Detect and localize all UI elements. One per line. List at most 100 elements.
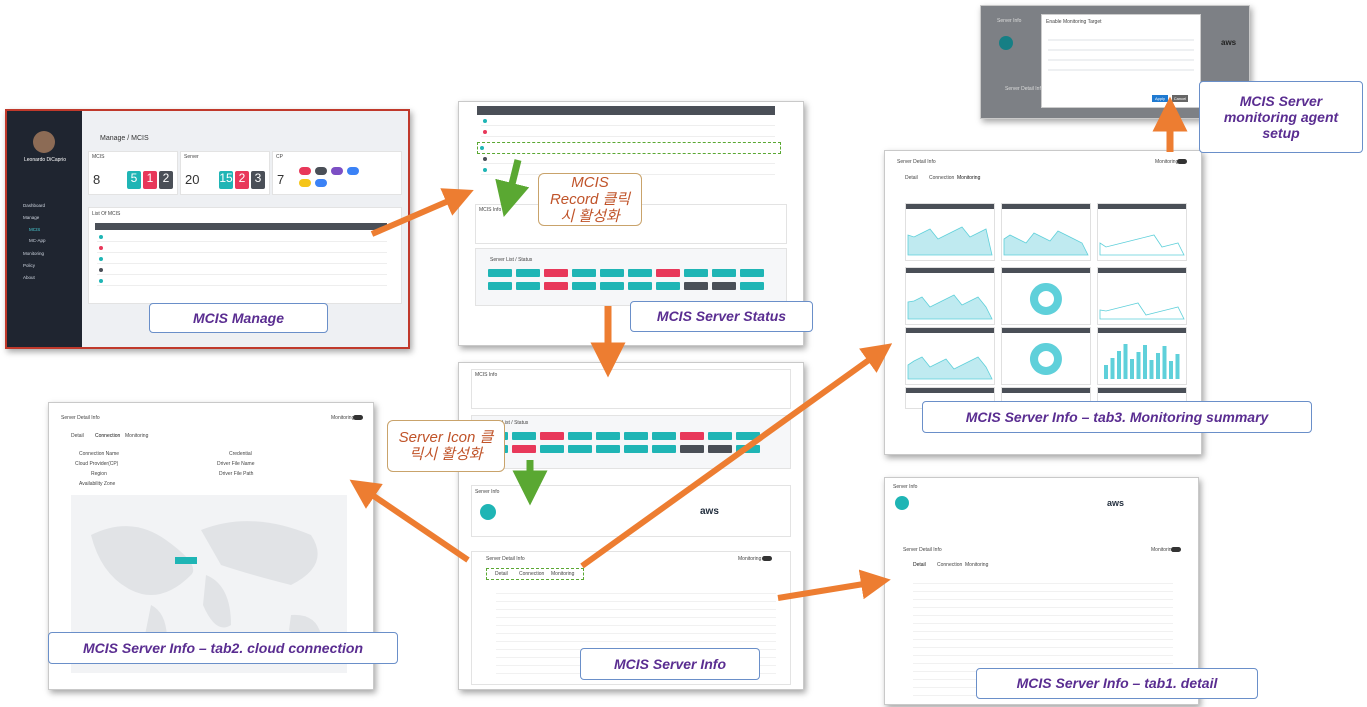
server-chip[interactable] (600, 282, 624, 290)
monitoring-target-dialog: Enable Monitoring Target Apply Cancel (1041, 14, 1201, 108)
chart-area (907, 226, 993, 256)
tab-connection[interactable]: Connection (519, 571, 544, 577)
monitoring-chart (905, 267, 995, 325)
tab-connection[interactable]: Connection (95, 433, 120, 439)
tab-connection[interactable]: Connection (929, 175, 954, 181)
dialog-form (1048, 31, 1194, 79)
tab-monitoring[interactable]: Monitoring (965, 562, 988, 568)
sidebar-item-mcis[interactable]: MCIS (29, 227, 40, 232)
table-row[interactable] (97, 278, 387, 286)
server-chip[interactable] (712, 282, 736, 290)
chart-header (906, 328, 994, 333)
server-chip[interactable] (708, 445, 732, 453)
sidebar-item-monitoring[interactable]: Monitoring (23, 251, 44, 256)
server-count: 20 (185, 172, 200, 187)
monitoring-chart (1001, 203, 1091, 261)
cancel-button[interactable]: Cancel (1172, 95, 1188, 102)
server-chip[interactable] (656, 269, 680, 277)
table-row[interactable] (97, 245, 387, 253)
server-chip[interactable] (652, 445, 676, 453)
tab-detail[interactable]: Detail (913, 562, 926, 568)
server-chip[interactable] (488, 282, 512, 290)
cp-cloud-icon (315, 167, 327, 175)
chart-header (1002, 328, 1090, 333)
server-chip[interactable] (680, 445, 704, 453)
tab-monitoring[interactable]: Monitoring (125, 433, 148, 439)
table-row[interactable] (481, 129, 775, 137)
server-chip[interactable] (572, 269, 596, 277)
tab-detail[interactable]: Detail (71, 433, 84, 439)
tab-detail[interactable]: Detail (905, 175, 918, 181)
monitoring-toggle[interactable] (1177, 159, 1187, 164)
cp-count: 7 (277, 172, 285, 187)
mcis-server-info-screenshot: MCIS Info Server List / Status Server In… (458, 362, 804, 690)
table-row[interactable] (97, 256, 387, 264)
server-summary-card: Server 20 15 2 3 (180, 151, 270, 195)
sidebar-item-about[interactable]: About (23, 275, 35, 280)
table-row[interactable] (97, 234, 387, 242)
server-chip[interactable] (540, 432, 564, 440)
chart-area (1003, 230, 1089, 256)
server-chip[interactable] (652, 432, 676, 440)
tab-detail[interactable]: Detail (495, 571, 508, 577)
server-chip[interactable] (624, 445, 648, 453)
server-chip[interactable] (540, 445, 564, 453)
chart-header (1098, 268, 1186, 273)
server-chip[interactable] (596, 432, 620, 440)
server-chip[interactable] (600, 269, 624, 277)
monitoring-toggle[interactable] (762, 556, 772, 561)
server-chip[interactable] (544, 269, 568, 277)
server-chip[interactable] (740, 269, 764, 277)
table-row[interactable] (481, 156, 775, 164)
table-row-selected[interactable] (477, 142, 781, 154)
monitoring-toggle[interactable] (353, 415, 363, 420)
mcis-info-panel: MCIS Info (471, 369, 791, 409)
server-chip[interactable] (628, 282, 652, 290)
sidebar-item-dashboard[interactable]: Dashboard (23, 203, 45, 208)
chart-header (906, 388, 994, 393)
server-icon[interactable] (895, 496, 909, 510)
tab-connection[interactable]: Connection (937, 562, 962, 568)
chart-graphic (1003, 230, 1089, 256)
server-chip[interactable] (656, 282, 680, 290)
caption-server-info: MCIS Server Info (580, 648, 760, 680)
server-chip[interactable] (740, 282, 764, 290)
server-chip[interactable] (516, 269, 540, 277)
server-chip[interactable] (684, 282, 708, 290)
table-row[interactable] (97, 267, 387, 275)
server-chip[interactable] (736, 445, 760, 453)
server-chip[interactable] (568, 432, 592, 440)
sidebar-item-mcapp[interactable]: MC-App (29, 238, 46, 243)
apply-button[interactable]: Apply (1152, 95, 1168, 102)
server-chip[interactable] (708, 432, 732, 440)
server-chip[interactable] (628, 269, 652, 277)
user-name: Leonardo DiCaprio (24, 157, 66, 163)
server-chip[interactable] (512, 445, 536, 453)
server-chip[interactable] (512, 432, 536, 440)
server-chip[interactable] (568, 445, 592, 453)
server-chip[interactable] (516, 282, 540, 290)
chart-header (1002, 204, 1090, 209)
sidebar-item-policy[interactable]: Policy (23, 263, 35, 268)
server-chip[interactable] (572, 282, 596, 290)
server-chip[interactable] (488, 269, 512, 277)
server-chip[interactable] (624, 432, 648, 440)
server-chip[interactable] (712, 269, 736, 277)
server-chip[interactable] (680, 432, 704, 440)
server-chip[interactable] (544, 282, 568, 290)
server-icon[interactable] (480, 504, 496, 520)
monitoring-toggle[interactable] (1171, 547, 1181, 552)
tab-monitoring[interactable]: Monitoring (551, 571, 574, 577)
server-chip[interactable] (684, 269, 708, 277)
table-row[interactable] (481, 118, 775, 126)
tab-monitoring[interactable]: Monitoring (957, 175, 980, 181)
mcis-running-count: 5 (127, 171, 141, 189)
mcis-list-header (95, 223, 387, 230)
server-chip[interactable] (596, 445, 620, 453)
server-chip[interactable] (736, 432, 760, 440)
monitoring-chart (1001, 267, 1091, 325)
server-icon (999, 36, 1013, 50)
server-stop-count: 2 (235, 171, 249, 189)
sidebar-item-manage[interactable]: Manage (23, 215, 39, 220)
chart-header (1002, 268, 1090, 273)
